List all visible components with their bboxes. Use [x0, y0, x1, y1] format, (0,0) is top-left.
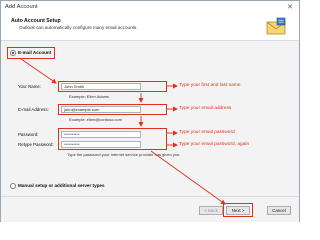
page-subtitle: Outlook can automatically configure many…	[19, 25, 138, 30]
name-field-highlight	[58, 81, 167, 92]
retype-password-annotation: Type your email password, again	[179, 142, 250, 147]
retype-password-label: Retype Password:	[18, 142, 54, 147]
name-label: Your Name:	[18, 84, 42, 89]
page-title: Auto Account Setup	[11, 18, 61, 24]
manual-setup-label[interactable]: Manual setup or additional server types	[18, 183, 105, 188]
cancel-button[interactable]: Cancel	[267, 206, 291, 215]
email-annotation: Type your email address	[179, 106, 232, 111]
email-account-label[interactable]: E-mail Account	[18, 50, 51, 55]
setup-content	[1, 41, 299, 196]
mail-icon	[266, 17, 286, 35]
title-bar: Add Account ✕	[1, 1, 299, 15]
header: Auto Account Setup Outlook can automatic…	[1, 15, 299, 41]
add-account-window: Add Account ✕ Auto Account Setup Outlook…	[0, 0, 300, 222]
password-help: Type the password your Internet service …	[67, 152, 181, 157]
email-field-highlight	[58, 104, 167, 115]
close-icon[interactable]: ✕	[284, 3, 296, 12]
name-annotation: Type your first and last name	[179, 83, 241, 88]
back-button[interactable]: < Back	[199, 206, 223, 215]
password-label: Password:	[18, 132, 39, 137]
email-account-radio[interactable]	[10, 50, 16, 56]
email-label: E-mail Address:	[18, 107, 49, 112]
manual-setup-radio[interactable]	[10, 183, 16, 189]
name-example: Example: Ellen Adams	[69, 94, 110, 99]
next-button-highlight	[223, 203, 253, 217]
window-title: Add Account	[5, 4, 38, 10]
password-annotation: Type your email password	[179, 130, 235, 135]
password-fields-highlight	[58, 128, 167, 150]
footer: < Back Next > Cancel	[1, 196, 299, 222]
email-example: Example: ellen@contoso.com	[69, 117, 122, 122]
